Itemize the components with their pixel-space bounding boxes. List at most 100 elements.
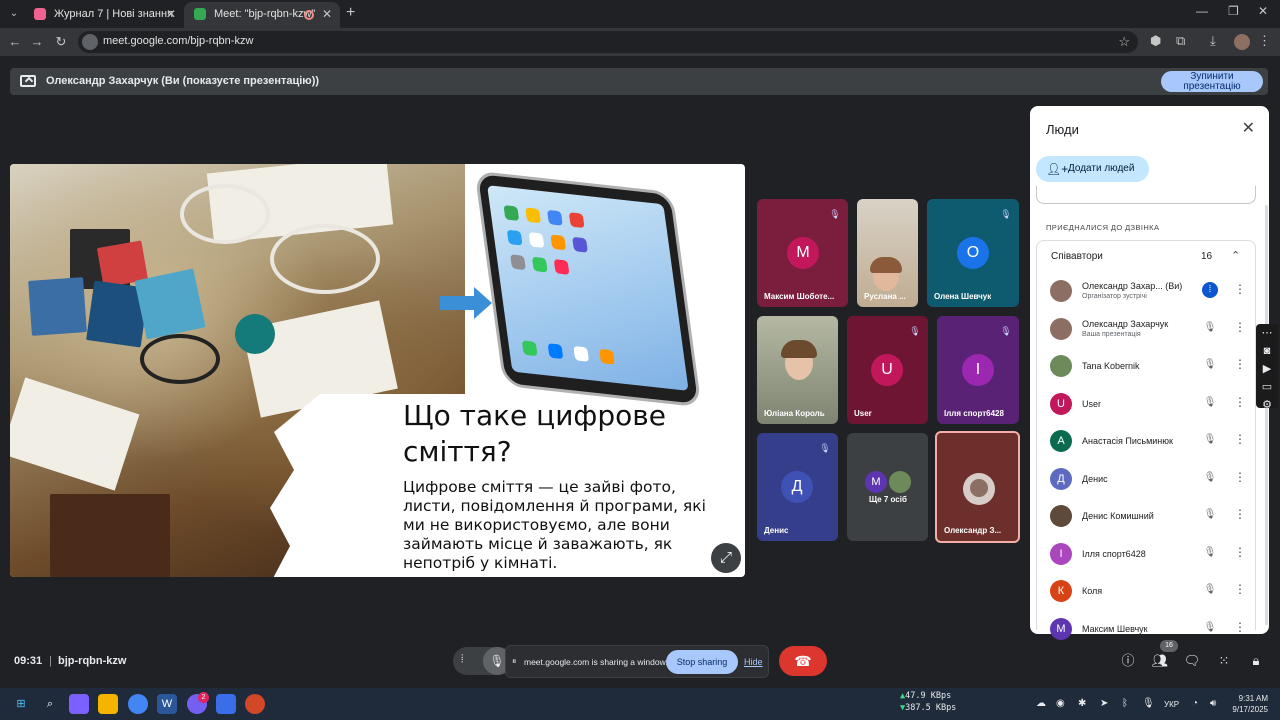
mic-off-icon[interactable]: 🎙︎ xyxy=(1202,320,1218,336)
mic-on-icon[interactable]: ⦙ xyxy=(1202,282,1218,298)
back-icon[interactable]: ← xyxy=(6,33,24,51)
microphone-tray-icon[interactable]: 🎙︎ xyxy=(1142,698,1155,709)
participant-tile[interactable]: 🎙︎ М Максим Шоботе... xyxy=(757,199,848,307)
tab-journal[interactable]: Журнал 7 | Нові знання ✕ xyxy=(24,2,184,28)
chevron-up-icon[interactable]: ⌃ xyxy=(1231,249,1240,262)
participant-row[interactable]: К Коля 🎙︎ ⋮ xyxy=(1036,574,1256,610)
new-tab-icon[interactable]: + xyxy=(346,4,355,22)
participant-row[interactable]: М Максим Шевчук 🎙︎ ⋮ xyxy=(1036,612,1256,648)
more-options-icon[interactable]: ⋮ xyxy=(1234,357,1246,371)
search-people-input[interactable] xyxy=(1036,186,1256,204)
more-options-icon[interactable]: ⋮ xyxy=(1234,282,1246,296)
close-tab-icon[interactable]: ✕ xyxy=(322,2,332,26)
site-info-icon[interactable] xyxy=(82,34,98,50)
discord-icon[interactable]: ◉ xyxy=(1056,698,1065,709)
tab-search-icon[interactable]: ⌄ xyxy=(6,6,22,22)
people-icon[interactable]: 👥︎ xyxy=(1151,652,1169,670)
tab-meet[interactable]: Meet: "bjp-rqbn-kzw" ✕ xyxy=(184,2,340,28)
participant-tile[interactable]: Руслана ... xyxy=(857,199,918,307)
windows-start-icon[interactable]: ⊞ xyxy=(11,694,31,714)
chrome-icon[interactable] xyxy=(128,694,148,714)
file-explorer-icon[interactable] xyxy=(98,694,118,714)
slack-icon[interactable]: ✱ xyxy=(1078,698,1086,709)
close-icon[interactable]: ✕ xyxy=(1242,118,1255,138)
audio-level-icon[interactable]: ⦙ xyxy=(461,653,463,666)
participant-row[interactable]: Д Денис 🎙︎ ⋮ xyxy=(1036,462,1256,498)
restore-icon[interactable]: ❐ xyxy=(1228,4,1239,18)
participant-tile[interactable]: 🎙︎ U User xyxy=(847,316,928,424)
activities-icon[interactable]: ⁙ xyxy=(1215,652,1233,670)
add-people-button[interactable]: 👤︎+ Додати людей xyxy=(1036,156,1149,182)
extension-icon[interactable]: ⬢ xyxy=(1150,33,1161,49)
profile-avatar[interactable] xyxy=(1234,34,1250,50)
reload-icon[interactable]: ↻ xyxy=(52,33,70,51)
fullscreen-expand-button[interactable]: ⤢ xyxy=(711,543,741,573)
participant-row[interactable]: І Ілля спорт6428 🎙︎ ⋮ xyxy=(1036,537,1256,573)
system-clock[interactable]: 9:31 AM 9/17/2025 xyxy=(1230,693,1268,715)
more-options-icon[interactable]: ⋮ xyxy=(1234,507,1246,521)
bookmark-star-icon[interactable]: ☆ xyxy=(1118,34,1130,50)
close-tab-icon[interactable]: ✕ xyxy=(166,2,176,26)
minimize-icon[interactable]: — xyxy=(1196,4,1208,18)
telegram-icon[interactable]: ➤ xyxy=(1100,698,1108,709)
hide-link[interactable]: Hide xyxy=(744,657,763,667)
stop-sharing-button[interactable]: Stop sharing xyxy=(666,650,738,674)
mic-off-icon[interactable]: 🎙︎ xyxy=(1202,620,1218,636)
mic-off-icon[interactable]: 🎙︎ xyxy=(1202,545,1218,561)
chat-icon[interactable]: 🗨︎ xyxy=(1183,652,1201,670)
participant-row[interactable]: Денис Комишний 🎙︎ ⋮ xyxy=(1036,499,1256,535)
download-icon[interactable]: ⤓ xyxy=(1210,33,1216,49)
mic-off-icon[interactable]: 🎙︎ xyxy=(1202,507,1218,523)
extensions-puzzle-icon[interactable]: ⧉ xyxy=(1176,33,1185,49)
video-icon[interactable]: ▶ xyxy=(1256,360,1278,378)
address-bar[interactable]: meet.google.com/bjp-rqbn-kzw ☆ xyxy=(78,31,1138,53)
more-options-icon[interactable]: ⋮ xyxy=(1234,620,1246,634)
info-icon[interactable]: ⓘ xyxy=(1119,652,1137,670)
cloud-icon[interactable]: ☁ xyxy=(1036,698,1046,709)
more-options-icon[interactable]: ⋮ xyxy=(1234,320,1246,334)
gear-icon[interactable]: ⚙ xyxy=(1256,396,1278,414)
word-icon[interactable]: W xyxy=(157,694,177,714)
participant-name: Денис xyxy=(764,526,789,535)
self-tile[interactable]: Олександр З... xyxy=(935,431,1020,543)
forward-icon[interactable]: → xyxy=(28,33,46,51)
copilot-icon[interactable] xyxy=(69,694,89,714)
window-icon[interactable]: ▭ xyxy=(1256,378,1278,396)
participant-tile[interactable]: 🎙︎ Д Денис xyxy=(757,433,838,541)
app-icon[interactable] xyxy=(216,694,236,714)
mic-off-icon[interactable]: 🎙︎ xyxy=(1202,582,1218,598)
participant-row[interactable]: Tana Kobernik 🎙︎ ⋮ xyxy=(1036,349,1256,385)
more-participants-tile[interactable]: М Ще 7 осіб xyxy=(847,433,928,541)
bluetooth-icon[interactable]: ᛒ xyxy=(1122,698,1128,709)
wifi-icon[interactable]: ◔ xyxy=(1192,698,1198,709)
participant-tile[interactable]: 🎙︎ О Олена Шевчук xyxy=(927,199,1019,307)
more-options-icon[interactable]: ⋮ xyxy=(1234,470,1246,484)
pause-icon[interactable]: ⏸ xyxy=(512,656,517,667)
close-window-icon[interactable]: ✕ xyxy=(1258,4,1268,18)
mic-off-icon[interactable]: 🎙︎ xyxy=(1202,357,1218,373)
more-options-icon[interactable]: ⋮ xyxy=(1234,432,1246,446)
people-scrollbar[interactable] xyxy=(1265,205,1268,625)
drag-handle-icon[interactable]: ⋯ xyxy=(1256,324,1278,342)
host-controls-icon[interactable]: 🔒︎ xyxy=(1247,652,1265,670)
participant-row[interactable]: U User 🎙︎ ⋮ xyxy=(1036,387,1256,423)
more-options-icon[interactable]: ⋮ xyxy=(1234,582,1246,596)
volume-icon[interactable]: 🔊︎ xyxy=(1210,698,1216,709)
participant-row[interactable]: А Анастасія Письминюк 🎙︎ ⋮ xyxy=(1036,424,1256,460)
language-indicator[interactable]: УКР xyxy=(1164,700,1179,709)
participant-row[interactable]: Олександр Захар... (Ви) Організатор зустр… xyxy=(1036,274,1256,310)
participant-tile[interactable]: 🎙︎ І Ілля спорт6428 xyxy=(937,316,1019,424)
stop-presenting-button[interactable]: Зупинити презентацію xyxy=(1161,71,1263,92)
mic-off-icon[interactable]: 🎙︎ xyxy=(1202,432,1218,448)
more-options-icon[interactable]: ⋮ xyxy=(1234,545,1246,559)
camera-icon[interactable]: ◙ xyxy=(1256,342,1278,360)
participant-row[interactable]: Олександр Захарчук Ваша презентація 🎙︎ ⋮ xyxy=(1036,312,1256,348)
mic-off-icon[interactable]: 🎙︎ xyxy=(1202,470,1218,486)
end-call-button[interactable]: ☎ xyxy=(779,646,827,676)
search-icon[interactable]: ⌕ xyxy=(40,694,60,714)
browser-menu-icon[interactable]: ⋮ xyxy=(1258,33,1271,49)
more-options-icon[interactable]: ⋮ xyxy=(1234,395,1246,409)
powerpoint-icon[interactable] xyxy=(245,694,265,714)
mic-off-icon[interactable]: 🎙︎ xyxy=(1202,395,1218,411)
participant-tile[interactable]: Юліана Король xyxy=(757,316,838,424)
